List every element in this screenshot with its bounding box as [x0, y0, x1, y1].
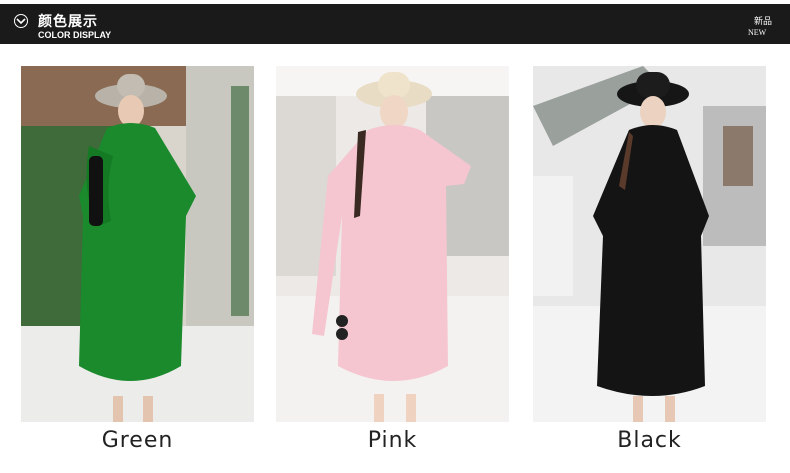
color-display-header: 颜色展示 COLOR DISPLAY 新品 NEW	[0, 4, 790, 44]
header-title-en: COLOR DISPLAY	[38, 30, 112, 40]
product-photo-black[interactable]	[533, 66, 766, 422]
chevron-down-circle-icon	[14, 14, 28, 28]
header-title-cn: 颜色展示	[38, 14, 98, 30]
product-photo-green[interactable]	[21, 66, 254, 422]
color-label-black: Black	[617, 428, 682, 453]
product-photo-pink[interactable]	[276, 66, 509, 422]
new-badge-cn: 新品	[754, 17, 773, 27]
color-label-pink: Pink	[367, 428, 418, 453]
new-badge-en: NEW	[748, 28, 767, 37]
color-label-green: Green	[101, 428, 174, 453]
